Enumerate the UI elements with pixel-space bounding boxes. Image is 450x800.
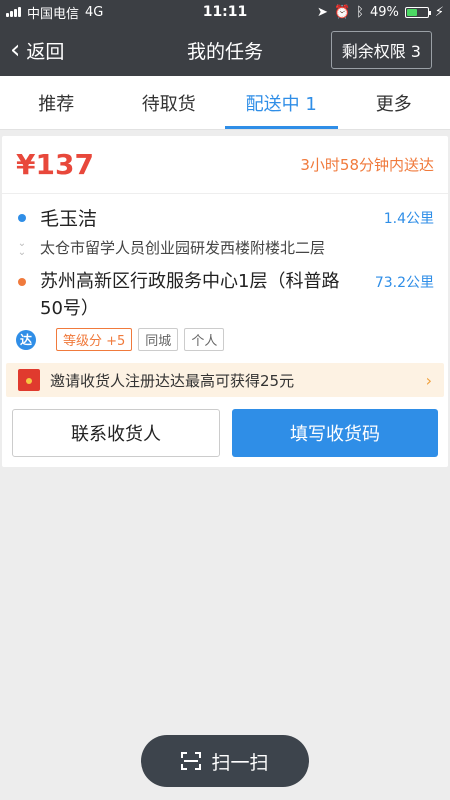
- tab-recommended[interactable]: 推荐: [0, 76, 113, 129]
- sender-name: 毛玉洁: [40, 208, 98, 230]
- scan-icon: [181, 752, 202, 770]
- same-city-tag: 同城: [138, 328, 179, 351]
- red-envelope-icon: [18, 369, 40, 391]
- scan-label: 扫一扫: [211, 751, 269, 774]
- invite-banner[interactable]: 邀请收货人注册达达最高可获得25元 ›: [6, 363, 444, 397]
- order-card[interactable]: ¥137 3小时58分钟内送达 毛玉洁 1.4公里 ⌄ ⌄ 太仓市留学人员创业园研…: [2, 136, 448, 467]
- location-icon: ➤: [317, 4, 328, 20]
- alarm-icon: ⏰: [333, 4, 351, 20]
- destination-dot-icon: [18, 278, 26, 286]
- carrier-label: 中国电信: [27, 6, 80, 22]
- task-tabs: 推荐 待取货 配送中 1 更多: [0, 76, 450, 130]
- tab-delivering[interactable]: 配送中 1: [225, 76, 338, 129]
- delivery-eta: 3小时58分钟内送达: [300, 156, 434, 174]
- dada-logo-icon: 达: [16, 329, 36, 350]
- chevron-left-icon: ‹: [10, 35, 21, 65]
- signal-icon: [6, 7, 21, 17]
- destination-row: 苏州高新区行政服务中心1层（科普路50号） 73.2公里: [16, 268, 434, 322]
- sender-row: 毛玉洁 1.4公里: [16, 204, 434, 231]
- chevron-right-icon: ›: [425, 370, 432, 390]
- order-tags: 达 等级分 +5 同城 个人: [16, 328, 434, 351]
- charging-icon: ⚡: [434, 4, 444, 20]
- enter-delivery-code-button[interactable]: 填写收货码: [232, 409, 438, 457]
- bluetooth-icon: ᛒ: [356, 4, 364, 20]
- tab-awaiting-pickup[interactable]: 待取货: [113, 76, 226, 129]
- navigation-bar: ‹ 返回 我的任务 剩余权限 3: [0, 24, 450, 76]
- contact-recipient-button[interactable]: 联系收货人: [12, 409, 220, 457]
- back-button[interactable]: ‹ 返回: [0, 37, 64, 64]
- route-chevrons-icon: ⌄ ⌄: [17, 237, 27, 258]
- destination-name: 苏州高新区行政服务中心1层（科普路50号）: [40, 271, 340, 319]
- sender-address: 太仓市留学人员创业园研发西楼附楼北二层: [40, 239, 326, 257]
- sender-distance: 1.4公里: [383, 211, 434, 227]
- personal-tag: 个人: [184, 328, 225, 351]
- network-label: 4G: [85, 4, 104, 20]
- scan-button[interactable]: 扫一扫: [141, 735, 309, 787]
- battery-label: 49%: [369, 4, 399, 20]
- battery-icon: [404, 6, 431, 18]
- order-actions: 联系收货人 填写收货码: [2, 397, 448, 467]
- order-price: ¥137: [16, 148, 94, 181]
- back-label: 返回: [26, 40, 65, 63]
- origin-dot-icon: [18, 214, 26, 222]
- remaining-quota-button[interactable]: 剩余权限 3: [330, 31, 432, 69]
- top-bar: 中国电信 4G 11:11 ➤ ⏰ ᛒ 49% ⚡ ‹ 返回 我的任务 剩余权限…: [0, 0, 450, 76]
- sender-address-row: ⌄ ⌄ 太仓市留学人员创业园研发西楼附楼北二层: [16, 237, 434, 258]
- order-route: 毛玉洁 1.4公里 ⌄ ⌄ 太仓市留学人员创业园研发西楼附楼北二层 苏州高新区行政…: [2, 194, 448, 351]
- destination-distance: 73.2公里: [374, 275, 434, 291]
- tab-more[interactable]: 更多: [338, 76, 450, 129]
- status-bar: 中国电信 4G 11:11 ➤ ⏰ ᛒ 49% ⚡: [0, 0, 450, 24]
- order-header: ¥137 3小时58分钟内送达: [2, 136, 448, 194]
- invite-text: 邀请收货人注册达达最高可获得25元: [50, 371, 295, 390]
- level-score-tag: 等级分 +5: [56, 328, 133, 351]
